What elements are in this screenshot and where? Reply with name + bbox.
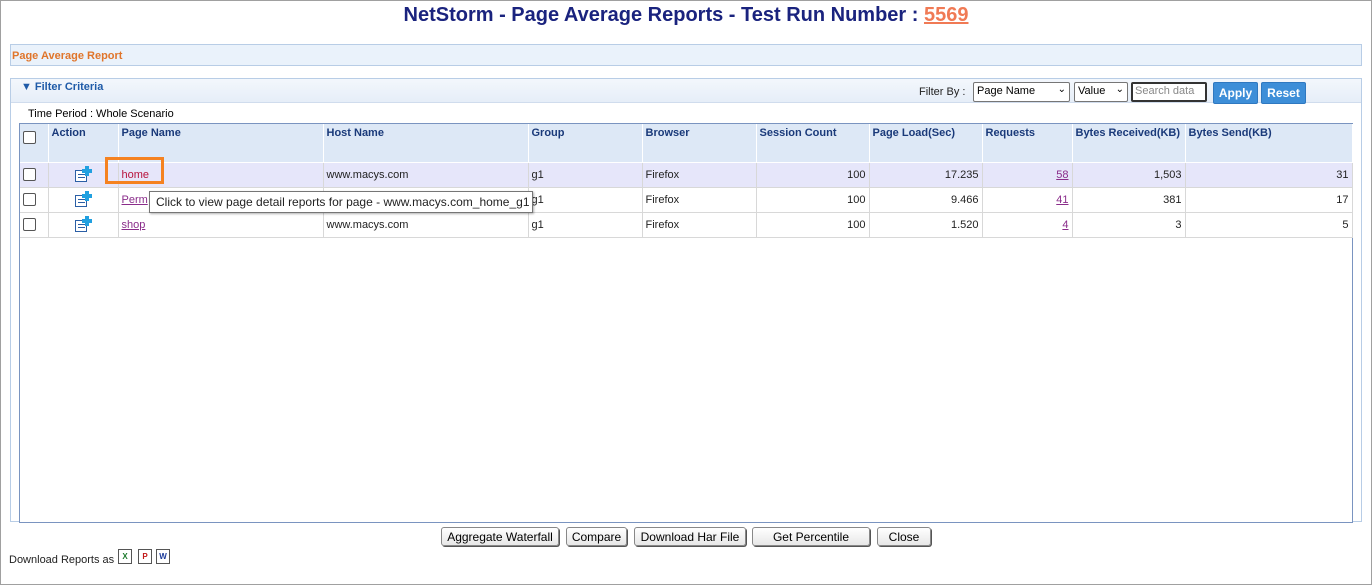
column-header-page-name[interactable]: Page Name — [118, 124, 324, 163]
row-checkbox-cell — [20, 162, 49, 188]
pdf-icon[interactable]: P — [138, 549, 152, 564]
requests-link[interactable]: 58 — [1056, 169, 1068, 181]
section-header: Page Average Report — [10, 44, 1362, 66]
page-load-cell: 9.466 — [869, 187, 983, 213]
column-header-browser[interactable]: Browser — [642, 124, 757, 163]
browser-cell: Firefox — [642, 187, 757, 213]
column-header-action: Action — [48, 124, 119, 163]
column-header-group[interactable]: Group — [528, 124, 643, 163]
filter-criteria-toggle[interactable]: ▼ Filter Criteria — [21, 81, 103, 93]
column-header-host-name[interactable]: Host Name — [323, 124, 529, 163]
time-period-text: Time Period : Whole Scenario — [28, 108, 174, 120]
bytes-send-cell: 31 — [1185, 162, 1353, 188]
action-cell — [48, 212, 119, 238]
bytes-received-cell: 3 — [1072, 212, 1186, 238]
apply-button[interactable]: Apply — [1213, 82, 1258, 104]
session-count-cell: 100 — [756, 212, 870, 238]
row-checkbox-cell — [20, 187, 49, 213]
filter-field-select[interactable]: Page Name ⌄ — [973, 82, 1070, 102]
row-checkbox-cell — [20, 212, 49, 238]
bytes-received-cell: 1,503 — [1072, 162, 1186, 188]
table-header-row: Action Page Name Host Name Group Browser… — [20, 124, 1353, 163]
chevron-down-icon: ⌄ — [1057, 84, 1066, 95]
chevron-down-icon: ⌄ — [1115, 84, 1124, 95]
page-load-cell: 1.520 — [869, 212, 983, 238]
row-checkbox[interactable] — [23, 193, 36, 206]
reset-button[interactable]: Reset — [1261, 82, 1306, 104]
excel-icon[interactable]: X — [118, 549, 132, 564]
aggregate-waterfall-button[interactable]: Aggregate Waterfall — [441, 527, 559, 546]
requests-link[interactable]: 4 — [1062, 219, 1068, 231]
table-row: home www.macys.com g1 Firefox 100 17.235… — [20, 162, 1353, 188]
download-reports-label: Download Reports as — [9, 554, 115, 566]
requests-link[interactable]: 41 — [1056, 194, 1068, 206]
table-row: shop www.macys.com g1 Firefox 100 1.520 … — [20, 212, 1353, 238]
requests-cell: 58 — [982, 162, 1073, 188]
browser-cell: Firefox — [642, 162, 757, 188]
get-percentile-button[interactable]: Get Percentile — [752, 527, 870, 546]
title-text: NetStorm - Page Average Reports - Test R… — [403, 4, 924, 26]
compare-button[interactable]: Compare — [566, 527, 627, 546]
column-header-page-load[interactable]: Page Load(Sec) — [869, 124, 983, 163]
row-checkbox[interactable] — [23, 168, 36, 181]
page-link-tooltip: Click to view page detail reports for pa… — [149, 191, 533, 213]
download-har-button[interactable]: Download Har File — [634, 527, 746, 546]
section-title: Page Average Report — [12, 50, 123, 62]
bytes-send-cell: 5 — [1185, 212, 1353, 238]
filter-operator-select[interactable]: Value ⌄ — [1074, 82, 1128, 102]
report-table: Action Page Name Host Name Group Browser… — [20, 124, 1353, 238]
page-title: NetStorm - Page Average Reports - Test R… — [0, 4, 1372, 27]
page-link[interactable]: home — [122, 169, 150, 181]
group-cell: g1 — [528, 212, 643, 238]
requests-cell: 41 — [982, 187, 1073, 213]
add-detail-icon[interactable] — [74, 165, 92, 183]
column-header-session-count[interactable]: Session Count — [756, 124, 870, 163]
report-table-container: Action Page Name Host Name Group Browser… — [19, 123, 1353, 523]
search-placeholder: Search data — [1135, 85, 1195, 97]
close-button[interactable]: Close — [877, 527, 931, 546]
page-name-cell: home — [118, 162, 324, 188]
search-input[interactable]: Search data — [1131, 82, 1207, 102]
requests-cell: 4 — [982, 212, 1073, 238]
select-all-header — [20, 124, 49, 163]
bytes-received-cell: 381 — [1072, 187, 1186, 213]
session-count-cell: 100 — [756, 162, 870, 188]
bytes-send-cell: 17 — [1185, 187, 1353, 213]
column-header-bytes-received[interactable]: Bytes Received(KB) — [1072, 124, 1186, 163]
page-load-cell: 17.235 — [869, 162, 983, 188]
filter-by-label: Filter By : — [919, 86, 966, 98]
run-number-link[interactable]: 5569 — [924, 4, 969, 26]
filter-operator-value: Value — [1078, 85, 1106, 97]
triangle-down-icon: ▼ — [21, 81, 32, 93]
add-detail-icon[interactable] — [74, 190, 92, 208]
column-header-requests[interactable]: Requests — [982, 124, 1073, 163]
browser-cell: Firefox — [642, 212, 757, 238]
action-cell — [48, 162, 119, 188]
filter-panel: ▼ Filter Criteria Filter By : Page Name ⌄… — [10, 78, 1362, 523]
page-link[interactable]: Perm — [122, 194, 148, 206]
word-icon[interactable]: W — [156, 549, 170, 564]
select-all-checkbox[interactable] — [23, 131, 36, 144]
host-name-cell: www.macys.com — [323, 162, 529, 188]
page-link[interactable]: shop — [122, 219, 146, 231]
page-name-cell: shop — [118, 212, 324, 238]
action-cell — [48, 187, 119, 213]
filter-field-value: Page Name — [977, 85, 1036, 97]
session-count-cell: 100 — [756, 187, 870, 213]
row-checkbox[interactable] — [23, 218, 36, 231]
filter-criteria-label: Filter Criteria — [34, 81, 104, 93]
group-cell: g1 — [528, 162, 643, 188]
group-cell: g1 — [528, 187, 643, 213]
add-detail-icon[interactable] — [74, 215, 92, 233]
column-header-bytes-send[interactable]: Bytes Send(KB) — [1185, 124, 1353, 163]
host-name-cell: www.macys.com — [323, 212, 529, 238]
filter-header: ▼ Filter Criteria Filter By : Page Name ⌄… — [11, 79, 1361, 104]
